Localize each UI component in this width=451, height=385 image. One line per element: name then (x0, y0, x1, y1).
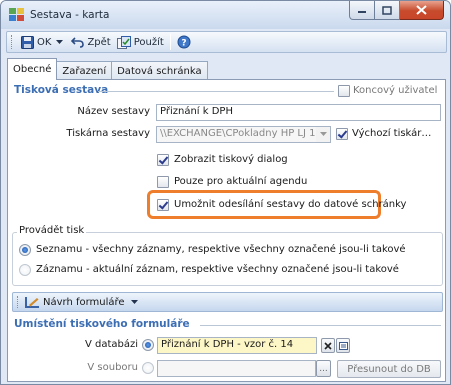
window: Sestava - karta OK Zpět Použít ? Obecné … (0, 0, 451, 385)
print-all-label: Seznamu - všechny záznamy, respektive vš… (36, 244, 406, 255)
databox-send-label: Umožnit odesílání sestavy do datové schr… (174, 199, 407, 210)
window-controls (349, 1, 444, 21)
end-user-checkbox[interactable] (338, 85, 350, 97)
print-all-radio[interactable] (19, 244, 31, 256)
chevron-down-icon (130, 299, 138, 304)
default-printer-checkbox[interactable] (336, 128, 348, 140)
close-icon (416, 5, 427, 15)
file-label: V souboru (87, 362, 138, 373)
expander-grip (17, 296, 20, 308)
close-button[interactable] (400, 1, 444, 20)
help-button[interactable]: ? (174, 33, 197, 51)
back-button[interactable]: Zpět (68, 33, 113, 51)
apply-icon (116, 35, 131, 49)
current-agenda-label: Pouze pro aktuální agendu (174, 176, 308, 187)
list-icon (338, 341, 348, 350)
print-section-title: Tisková sestava (14, 84, 109, 96)
print-current-radio[interactable] (19, 264, 31, 276)
save-icon (21, 35, 34, 49)
minimize-button[interactable] (349, 1, 375, 20)
tab-panel-general: Tisková sestava Koncový uživatel Název s… (7, 79, 446, 382)
print-mode-group (12, 232, 443, 286)
show-dialog-checkbox[interactable] (157, 154, 169, 166)
tab-databox[interactable]: Datová schránka (111, 61, 208, 80)
show-dialog-label: Zobrazit tiskový dialog (174, 154, 288, 165)
back-label: Zpět (87, 36, 111, 48)
ok-label: OK (37, 36, 52, 48)
ok-button[interactable]: OK (18, 33, 54, 51)
current-agenda-checkbox[interactable] (157, 176, 169, 188)
section-divider (200, 325, 441, 326)
browse-button[interactable]: ... (316, 360, 331, 377)
svg-text:?: ? (181, 39, 186, 49)
form-design-label: Návrh formuláře (43, 296, 125, 308)
database-label: V databázi (84, 339, 138, 350)
form-location-title: Umístění tiskového formuláře (14, 318, 190, 330)
file-radio[interactable] (142, 362, 154, 374)
database-input[interactable]: Přiznání k DPH - vzor č. 14 (157, 337, 317, 354)
undo-icon (71, 37, 85, 48)
design-ruler-icon (25, 296, 39, 308)
minimize-icon (358, 11, 366, 13)
print-mode-title: Provádět tisk (17, 225, 87, 236)
clear-button[interactable] (321, 338, 335, 353)
tab-classification[interactable]: Zařazení (56, 61, 113, 80)
database-radio[interactable] (142, 339, 154, 351)
use-label: Použít (133, 36, 164, 48)
tab-strip: Obecné Zařazení Datová schránka (7, 58, 208, 80)
chevron-down-icon (56, 39, 64, 44)
printer-label: Tiskárna sestavy (66, 128, 150, 139)
databox-send-checkbox[interactable] (157, 199, 169, 211)
toolbar-grip[interactable] (11, 35, 14, 49)
report-name-input[interactable]: Přiznání k DPH (156, 104, 441, 121)
dropdown-arrow-icon (316, 127, 330, 142)
maximize-button[interactable] (375, 1, 400, 20)
maximize-icon (382, 5, 392, 15)
window-title: Sestava - karta (30, 9, 110, 21)
printer-value: \\EXCHANGE\CPokladny HP LJ 1300 F (160, 128, 331, 139)
print-current-label: Záznamu - aktuální záznam, respektive vš… (36, 264, 399, 275)
title-bar[interactable]: Sestava - karta (1, 1, 450, 29)
report-name-label: Název sestavy (77, 106, 150, 117)
select-button[interactable] (336, 338, 350, 353)
default-printer-label: Výchozí tiskár… (352, 128, 432, 139)
toolbar: OK Zpět Použít ? (6, 31, 447, 53)
toolbar-separator (169, 34, 171, 50)
help-icon: ? (177, 35, 191, 49)
file-input[interactable] (157, 360, 316, 377)
ok-dropdown-button[interactable] (54, 33, 68, 51)
form-design-button[interactable]: Návrh formuláře (12, 292, 443, 312)
section-divider (98, 91, 334, 92)
app-grid-icon (9, 8, 24, 21)
use-button[interactable]: Použít (114, 33, 167, 51)
clear-icon (324, 341, 332, 350)
move-to-db-button[interactable]: Přesunout do DB (337, 360, 441, 378)
printer-select[interactable]: \\EXCHANGE\CPokladny HP LJ 1300 F (156, 126, 331, 143)
end-user-label: Koncový uživatel (353, 85, 438, 96)
tab-general[interactable]: Obecné (7, 58, 58, 80)
